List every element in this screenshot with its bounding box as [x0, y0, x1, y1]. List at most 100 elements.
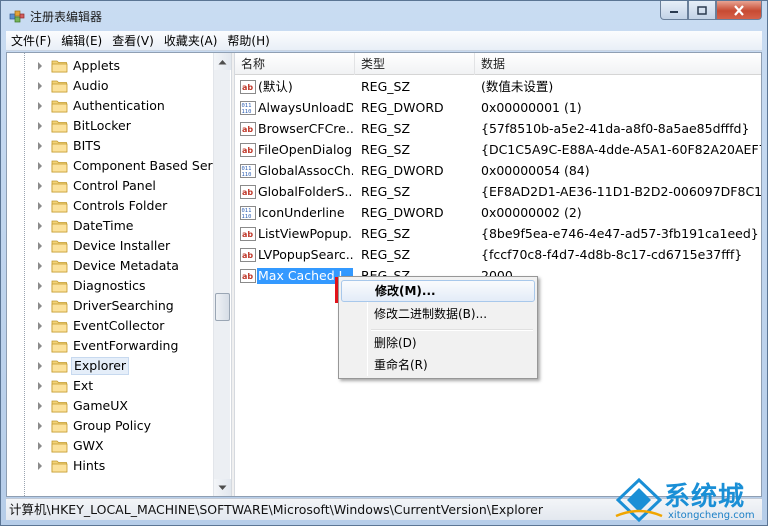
value-name: IconUnderline — [258, 205, 345, 220]
tree-item-label: Group Policy — [73, 418, 151, 433]
value-row[interactable]: 011 110 IconUnderline REG_DWORD 0x00000002 (… — [235, 203, 761, 224]
close-button[interactable] — [716, 1, 762, 20]
expand-arrow-icon[interactable] — [38, 202, 42, 210]
tree-item[interactable]: Device Metadata — [7, 256, 212, 276]
menu-edit[interactable]: 编辑(E) — [56, 31, 107, 51]
expand-arrow-icon[interactable] — [38, 462, 42, 470]
tree-item[interactable]: Device Installer — [7, 236, 212, 256]
context-delete[interactable]: 删除(D) — [341, 332, 535, 354]
expand-arrow-icon[interactable] — [38, 182, 42, 190]
folder-icon — [51, 360, 68, 373]
binary-value-icon: 011110 — [240, 164, 256, 178]
folder-icon — [51, 280, 68, 293]
tree-item-label: Controls Folder — [73, 198, 168, 213]
column-header-type[interactable]: 类型 — [355, 53, 475, 75]
tree-item[interactable]: Applets — [7, 56, 212, 76]
arrow-down-icon — [218, 485, 227, 490]
tree-item[interactable]: Authentication — [7, 96, 212, 116]
string-value-icon: ab — [240, 185, 256, 199]
expand-arrow-icon[interactable] — [38, 142, 42, 150]
value-row[interactable]: ab BrowserCFCre... REG_SZ {57f8510b-a5e2-41… — [235, 119, 761, 140]
expand-arrow-icon[interactable] — [38, 282, 42, 290]
expand-arrow-icon[interactable] — [38, 402, 42, 410]
expand-arrow-icon[interactable] — [38, 102, 42, 110]
expand-arrow-icon[interactable] — [38, 382, 42, 390]
tree-item[interactable]: GWX — [7, 436, 212, 456]
column-header-name[interactable]: 名称 — [235, 53, 355, 75]
value-row[interactable]: ab LVPopupSearc... REG_SZ {fccf70c8-f4d7-4d… — [235, 245, 761, 266]
expand-arrow-icon[interactable] — [38, 362, 42, 370]
expand-arrow-icon[interactable] — [38, 242, 42, 250]
expand-arrow-icon[interactable] — [38, 162, 42, 170]
tree-item[interactable]: EventCollector — [7, 316, 212, 336]
expand-arrow-icon[interactable] — [38, 62, 42, 70]
tree-item[interactable]: Group Policy — [7, 416, 212, 436]
scroll-up-button[interactable] — [214, 53, 231, 70]
folder-icon — [51, 320, 68, 333]
tree-item-label: Audio — [73, 78, 109, 93]
tree-item[interactable]: BitLocker — [7, 116, 212, 136]
menu-separator — [371, 329, 533, 331]
expand-arrow-icon[interactable] — [38, 442, 42, 450]
tree-item[interactable]: DateTime — [7, 216, 212, 236]
tree-item[interactable]: Hints — [7, 456, 212, 476]
value-row[interactable]: ab FileOpenDialog REG_SZ {DC1C5A9C-E88A-4dd… — [235, 140, 761, 161]
menu-view[interactable]: 查看(V) — [107, 31, 159, 51]
context-rename[interactable]: 重命名(R) — [341, 354, 535, 376]
value-data: 0x00000054 (84) — [481, 163, 590, 178]
menu-file[interactable]: 文件(F) — [6, 31, 56, 51]
context-modify[interactable]: 修改(M)... — [341, 280, 535, 302]
svg-text:ab: ab — [242, 146, 253, 155]
value-name: (默认) — [258, 79, 293, 94]
maximize-icon — [697, 5, 707, 15]
folder-icon — [51, 380, 68, 393]
menu-help[interactable]: 帮助(H) — [222, 31, 274, 51]
watermark-name: 系统城 — [664, 482, 746, 512]
context-modify-binary[interactable]: 修改二进制数据(B)... — [341, 303, 535, 325]
binary-value-icon: 011110 — [240, 206, 256, 220]
value-row[interactable]: ab GlobalFolderS... REG_SZ {EF8AD2D1-AE36-1… — [235, 182, 761, 203]
tree-item-label: Authentication — [73, 98, 165, 113]
tree-item-label: DriverSearching — [73, 298, 174, 313]
expand-arrow-icon[interactable] — [38, 82, 42, 90]
string-value-icon: ab — [240, 248, 256, 262]
tree-item[interactable]: Component Based Serv — [7, 156, 220, 176]
folder-icon — [51, 340, 68, 353]
value-row[interactable]: ab (默认) REG_SZ (数值未设置) — [235, 77, 761, 98]
column-header-data[interactable]: 数据 — [475, 53, 761, 75]
tree-item[interactable]: Control Panel — [7, 176, 212, 196]
value-row[interactable]: 011 110 GlobalAssocCh... REG_DWORD 0x0000005… — [235, 161, 761, 182]
tree-item[interactable]: Controls Folder — [7, 196, 212, 216]
maximize-button[interactable] — [688, 1, 716, 20]
tree-item[interactable]: GameUX — [7, 396, 212, 416]
expand-arrow-icon[interactable] — [38, 322, 42, 330]
expand-arrow-icon[interactable] — [38, 122, 42, 130]
minimize-button[interactable] — [660, 1, 688, 20]
expand-arrow-icon[interactable] — [38, 222, 42, 230]
value-row[interactable]: 011 110 AlwaysUnloadDll REG_DWORD 0x00000001… — [235, 98, 761, 119]
tree-item-label: Device Installer — [73, 238, 171, 253]
tree-item-label: BITS — [73, 138, 101, 153]
expand-arrow-icon[interactable] — [38, 342, 42, 350]
tree-item[interactable]: Ext — [7, 376, 212, 396]
value-row[interactable]: ab ListViewPopup... REG_SZ {8be9f5ea-e746-4… — [235, 224, 761, 245]
tree-item[interactable]: DriverSearching — [7, 296, 212, 316]
menu-favorites[interactable]: 收藏夹(A) — [159, 31, 223, 51]
expand-arrow-icon[interactable] — [38, 422, 42, 430]
tree-item[interactable]: BITS — [7, 136, 212, 156]
tree-item[interactable]: Diagnostics — [7, 276, 212, 296]
value-type: REG_DWORD — [361, 100, 444, 115]
scroll-down-button[interactable] — [214, 479, 231, 496]
tree-item[interactable]: Explorer — [7, 356, 212, 376]
scroll-thumb[interactable] — [215, 293, 230, 321]
tree-item-label: EventCollector — [73, 318, 165, 333]
list-header: 名称 类型 数据 — [235, 53, 761, 75]
tree-item[interactable]: Audio — [7, 76, 212, 96]
string-value-icon: ab — [240, 80, 256, 94]
expand-arrow-icon[interactable] — [38, 262, 42, 270]
value-type: REG_SZ — [361, 247, 411, 262]
tree-scrollbar[interactable] — [213, 53, 231, 496]
folder-icon — [51, 200, 68, 213]
expand-arrow-icon[interactable] — [38, 302, 42, 310]
tree-item[interactable]: EventForwarding — [7, 336, 212, 356]
